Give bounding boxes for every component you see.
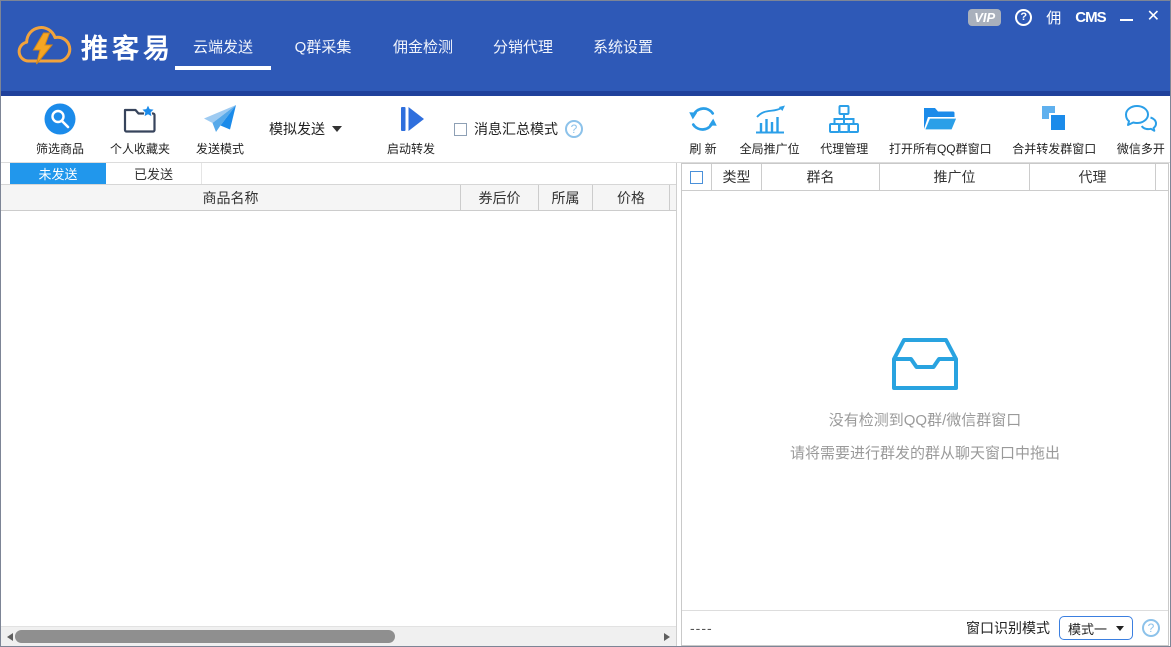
tool-label: 筛选商品 xyxy=(36,140,84,157)
tool-label: 全局推广位 xyxy=(740,140,800,157)
agent-management-button[interactable]: 代理管理 xyxy=(820,101,868,157)
inbox-icon xyxy=(892,337,958,391)
tab-unsent[interactable]: 未发送 xyxy=(10,163,106,184)
global-promotion-button[interactable]: 全局推广位 xyxy=(740,101,800,157)
products-table-header: 商品名称 券后价 所属 价格 xyxy=(1,185,676,211)
tab-commission-check[interactable]: 佣金检测 xyxy=(373,29,473,67)
personal-favorites-button[interactable]: 个人收藏夹 xyxy=(97,101,183,157)
column-product-name: 商品名称 xyxy=(1,185,461,210)
tool-label: 个人收藏夹 xyxy=(110,140,170,157)
products-panel: 未发送 已发送 商品名称 券后价 所属 价格 xyxy=(1,163,677,646)
paper-plane-icon xyxy=(202,101,238,137)
help-icon[interactable]: ? xyxy=(1015,9,1032,26)
tool-label: 微信多开 xyxy=(1117,140,1165,157)
minimize-icon xyxy=(1120,19,1133,21)
column-gutter xyxy=(670,185,676,210)
tool-label: 启动转发 xyxy=(387,140,435,157)
minimize-button[interactable] xyxy=(1120,8,1133,26)
titlebar-controls: VIP ? 佣 CMS ✕ xyxy=(968,7,1160,27)
status-text: ---- xyxy=(690,620,713,636)
tab-sent[interactable]: 已发送 xyxy=(106,163,202,184)
products-table-body xyxy=(1,211,676,626)
app-window: 推客易 云端发送 Q群采集 佣金检测 分销代理 系统设置 VIP ? 佣 CMS… xyxy=(0,0,1171,647)
tool-label: 合并转发群窗口 xyxy=(1012,140,1096,157)
column-promotion-slot: 推广位 xyxy=(880,164,1030,190)
commission-button[interactable]: 佣 xyxy=(1046,7,1061,28)
simulate-send-dropdown[interactable]: 模拟发送 xyxy=(269,119,342,139)
scrollbar-thumb[interactable] xyxy=(15,630,395,643)
tab-distribution-agent[interactable]: 分销代理 xyxy=(473,29,573,67)
close-button[interactable]: ✕ xyxy=(1147,9,1160,25)
toolbar: 筛选商品 个人收藏夹 xyxy=(1,96,1170,163)
column-group-name: 群名 xyxy=(762,164,880,190)
tab-cloud-send[interactable]: 云端发送 xyxy=(173,29,273,67)
open-folder-icon xyxy=(922,101,958,137)
filter-products-button[interactable]: 筛选商品 xyxy=(23,101,97,157)
refresh-icon xyxy=(687,101,719,137)
chart-icon xyxy=(753,101,787,137)
play-forward-icon xyxy=(396,101,426,137)
app-title: 推客易 xyxy=(81,27,174,66)
scroll-left-icon[interactable] xyxy=(7,633,13,641)
column-price: 价格 xyxy=(593,185,670,210)
open-all-qq-windows-button[interactable]: 打开所有QQ群窗口 xyxy=(889,101,992,157)
groups-panel: 类型 群名 推广位 代理 没有检测到QQ群/微信群窗口 请将需要进行群发的群从聊… xyxy=(681,163,1169,646)
chevron-down-icon xyxy=(1116,626,1124,631)
mode-help-icon[interactable]: ? xyxy=(1142,619,1160,637)
column-gutter xyxy=(1156,164,1168,190)
toolbar-right-group: 刷 新 全局推广位 xyxy=(683,96,1169,162)
summary-mode-group: 消息汇总模式 ? xyxy=(454,119,583,139)
column-owner: 所属 xyxy=(539,185,593,210)
column-coupon-price: 券后价 xyxy=(461,185,539,210)
merge-forward-windows-button[interactable]: 合并转发群窗口 xyxy=(1012,101,1096,157)
refresh-button[interactable]: 刷 新 xyxy=(687,101,719,157)
brand: 推客易 xyxy=(15,23,174,69)
window-mode-controls: 窗口识别模式 模式一 ? xyxy=(966,616,1160,640)
toolbar-left-group: 筛选商品 个人收藏夹 xyxy=(1,96,583,162)
tab-q-group-collect[interactable]: Q群采集 xyxy=(273,29,373,67)
send-mode-button[interactable]: 发送模式 xyxy=(183,101,257,157)
horizontal-scrollbar[interactable] xyxy=(1,626,676,646)
groups-table-header: 类型 群名 推广位 代理 xyxy=(682,164,1168,191)
status-bar: ---- 窗口识别模式 模式一 ? xyxy=(682,610,1168,645)
app-logo-icon xyxy=(15,23,73,69)
select-all-cell xyxy=(682,164,712,190)
select-all-checkbox[interactable] xyxy=(690,171,703,184)
vip-badge[interactable]: VIP xyxy=(968,9,1001,26)
products-tabs: 未发送 已发送 xyxy=(1,163,676,185)
tool-label: 发送模式 xyxy=(196,140,244,157)
empty-state-title: 没有检测到QQ群/微信群窗口 xyxy=(829,409,1022,430)
cms-button[interactable]: CMS xyxy=(1075,9,1105,26)
tool-label: 刷 新 xyxy=(689,140,716,157)
folder-star-icon xyxy=(122,101,158,137)
window-mode-select[interactable]: 模式一 xyxy=(1059,616,1133,640)
tool-label: 打开所有QQ群窗口 xyxy=(889,140,992,157)
empty-state-subtitle: 请将需要进行群发的群从聊天窗口中拖出 xyxy=(790,442,1060,463)
tool-label: 代理管理 xyxy=(820,140,868,157)
hierarchy-icon xyxy=(828,101,860,137)
summary-mode-checkbox[interactable] xyxy=(454,123,467,136)
empty-state: 没有检测到QQ群/微信群窗口 请将需要进行群发的群从聊天窗口中拖出 xyxy=(682,191,1168,463)
wechat-multi-icon xyxy=(1124,101,1158,137)
window-mode-value: 模式一 xyxy=(1068,619,1107,638)
tab-system-settings[interactable]: 系统设置 xyxy=(573,29,673,67)
simulate-send-label: 模拟发送 xyxy=(269,119,325,139)
start-forward-button[interactable]: 启动转发 xyxy=(374,101,448,157)
summary-mode-label: 消息汇总模式 xyxy=(474,119,558,139)
summary-help-icon[interactable]: ? xyxy=(565,120,583,138)
scroll-right-icon[interactable] xyxy=(664,633,670,641)
wechat-multi-open-button[interactable]: 微信多开 xyxy=(1117,101,1165,157)
merge-windows-icon xyxy=(1038,101,1070,137)
chevron-down-icon xyxy=(332,126,342,132)
column-type: 类型 xyxy=(712,164,762,190)
header: 推客易 云端发送 Q群采集 佣金检测 分销代理 系统设置 VIP ? 佣 CMS… xyxy=(1,1,1170,96)
column-agent: 代理 xyxy=(1030,164,1156,190)
main-nav: 云端发送 Q群采集 佣金检测 分销代理 系统设置 xyxy=(173,29,673,67)
search-icon xyxy=(43,101,77,137)
window-mode-label: 窗口识别模式 xyxy=(966,618,1050,638)
